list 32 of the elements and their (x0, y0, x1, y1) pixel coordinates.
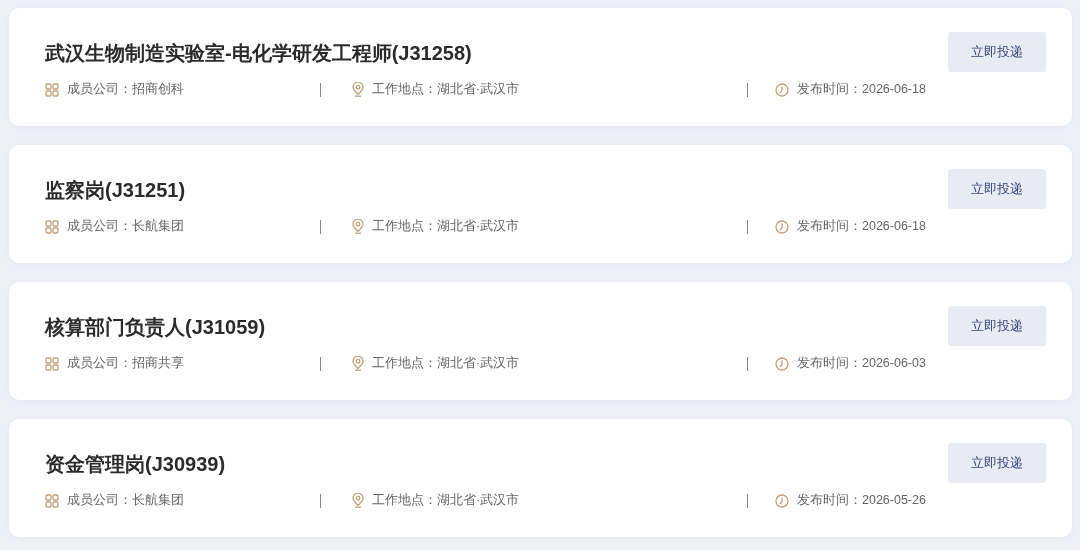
location-pin-icon (352, 356, 364, 371)
location-pin-icon (352, 493, 364, 508)
grid-icon (45, 356, 59, 371)
apply-button[interactable]: 立即投递 (948, 169, 1046, 209)
clock-icon (775, 82, 789, 97)
company-text: 成员公司：长航集团 (67, 218, 184, 235)
date-text: 发布时间：2026-06-18 (797, 81, 926, 98)
location-text: 工作地点：湖北省·武汉市 (372, 81, 520, 98)
apply-button[interactable]: 立即投递 (948, 306, 1046, 346)
grid-icon (45, 219, 59, 234)
company-text: 成员公司：长航集团 (67, 492, 184, 509)
clock-icon (775, 493, 789, 508)
apply-button[interactable]: 立即投递 (948, 32, 1046, 72)
location-pin-icon (352, 82, 364, 97)
location-text: 工作地点：湖北省·武汉市 (372, 355, 520, 372)
location-text: 工作地点：湖北省·武汉市 (372, 218, 520, 235)
date-text: 发布时间：2026-06-03 (797, 355, 926, 372)
clock-icon (775, 356, 789, 371)
job-title: 监察岗(J31251) (45, 178, 187, 203)
grid-icon (45, 493, 59, 508)
company-text: 成员公司：招商创科 (67, 81, 184, 98)
apply-button[interactable]: 立即投递 (948, 443, 1046, 483)
date-text: 发布时间：2026-06-18 (797, 218, 926, 235)
clock-icon (775, 219, 789, 234)
location-pin-icon (352, 219, 364, 234)
job-title: 武汉生物制造实验室-电化学研发工程师(J31258) (45, 41, 473, 66)
grid-icon (45, 82, 59, 97)
date-text: 发布时间：2026-05-26 (797, 492, 926, 509)
company-text: 成员公司：招商共享 (67, 355, 184, 372)
location-text: 工作地点：湖北省·武汉市 (372, 492, 520, 509)
job-title: 核算部门负责人(J31059) (45, 315, 267, 340)
job-title: 资金管理岗(J30939) (45, 452, 227, 477)
